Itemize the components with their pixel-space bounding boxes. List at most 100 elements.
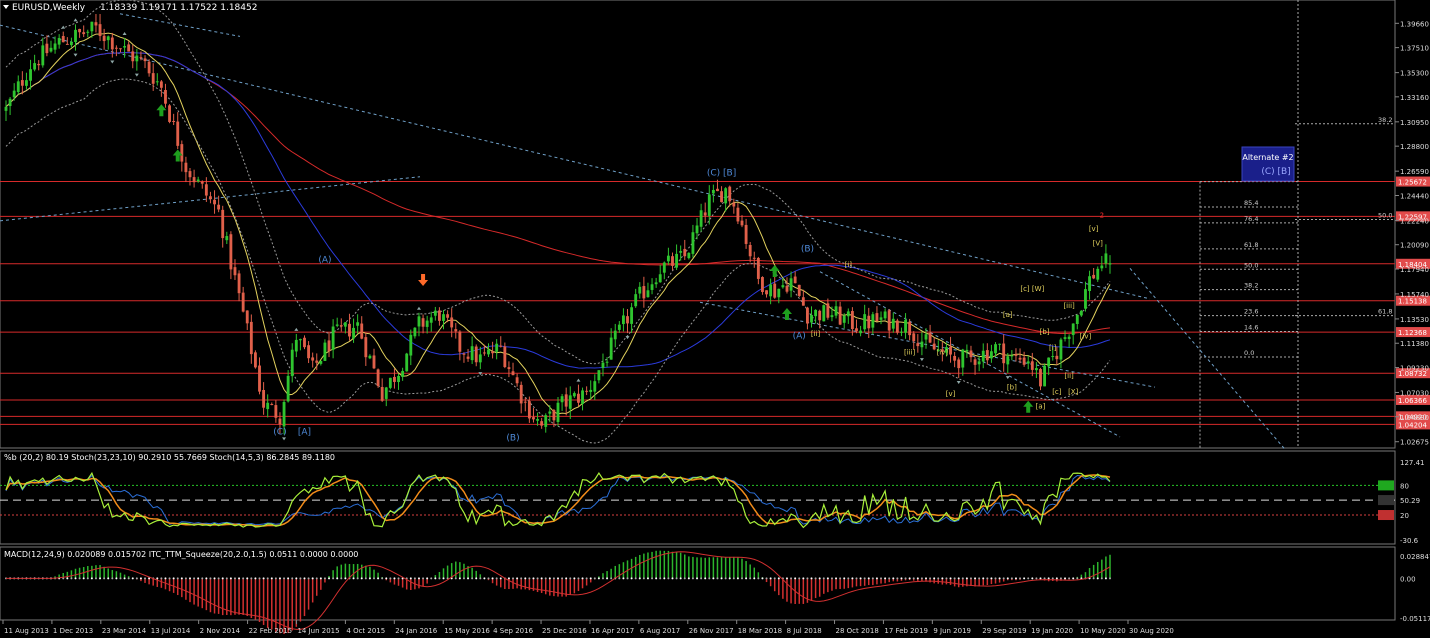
candle-body bbox=[380, 386, 384, 401]
candle-body bbox=[131, 51, 135, 62]
candle-body bbox=[994, 344, 997, 354]
candle-body bbox=[977, 361, 981, 365]
candle-body bbox=[761, 277, 764, 292]
candle-body bbox=[953, 355, 957, 361]
level-price-label: 1.15138 bbox=[1398, 298, 1427, 306]
candle-body bbox=[981, 350, 985, 362]
squeeze-dot bbox=[356, 577, 359, 580]
squeeze-dot bbox=[1006, 577, 1009, 580]
candle-body bbox=[805, 307, 809, 324]
squeeze-dot bbox=[512, 577, 515, 580]
squeeze-dot bbox=[364, 577, 367, 580]
squeeze-dot bbox=[875, 577, 878, 580]
osc-tick-label: 80 bbox=[1400, 482, 1409, 490]
squeeze-dot bbox=[552, 577, 555, 580]
squeeze-dot bbox=[299, 577, 302, 580]
candle-body bbox=[315, 360, 319, 363]
candle-body bbox=[282, 401, 286, 427]
candle-body bbox=[1100, 265, 1104, 269]
squeeze-dot bbox=[291, 577, 294, 580]
candle-body bbox=[965, 349, 969, 352]
wave-label: [a] bbox=[1036, 403, 1046, 411]
squeeze-dot bbox=[233, 577, 236, 580]
squeeze-dot bbox=[610, 577, 613, 580]
candle-body bbox=[826, 303, 830, 318]
candle-body bbox=[192, 177, 196, 183]
squeeze-dot bbox=[986, 577, 989, 580]
candle-body bbox=[376, 369, 380, 387]
candle-body bbox=[29, 69, 32, 81]
level-price-label: 1.12368 bbox=[1398, 329, 1427, 337]
wave-label: [V] bbox=[1093, 240, 1104, 248]
squeeze-dot bbox=[1019, 577, 1022, 580]
level-price-label: 1.04204 bbox=[1398, 421, 1427, 429]
candle-body bbox=[49, 47, 53, 52]
osc-tick-label: 127.41 bbox=[1400, 459, 1425, 467]
candle-body bbox=[217, 204, 221, 210]
candle-body bbox=[785, 285, 789, 292]
candle-body bbox=[875, 313, 879, 322]
squeeze-dot bbox=[565, 577, 568, 580]
squeeze-dot bbox=[254, 577, 257, 580]
squeeze-dot bbox=[1109, 577, 1111, 580]
candle-body bbox=[850, 311, 854, 330]
candle-body bbox=[159, 81, 163, 88]
squeeze-dot bbox=[945, 577, 948, 580]
candle-body bbox=[895, 320, 899, 333]
fib-side-label: 38.2 bbox=[1378, 116, 1392, 124]
candle-body bbox=[781, 285, 785, 288]
candle-body bbox=[736, 207, 740, 222]
wave-label: [v] bbox=[946, 390, 956, 398]
time-tick-label: 4 Oct 2015 bbox=[346, 627, 385, 635]
candle-body bbox=[470, 346, 474, 361]
squeeze-dot bbox=[724, 577, 727, 580]
squeeze-dot bbox=[225, 577, 228, 580]
candle-body bbox=[810, 315, 813, 323]
oscillator-panel[interactable] bbox=[0, 450, 1396, 545]
candle-body bbox=[114, 47, 118, 49]
candle-body bbox=[82, 32, 86, 35]
squeeze-dot bbox=[520, 577, 523, 580]
osc-tick-label: -30.6 bbox=[1400, 537, 1419, 545]
candle-body bbox=[368, 355, 372, 359]
candle-body bbox=[957, 359, 961, 369]
squeeze-dot bbox=[646, 577, 649, 580]
squeeze-dot bbox=[982, 577, 985, 580]
squeeze-dot bbox=[888, 577, 891, 580]
squeeze-dot bbox=[814, 577, 817, 580]
candle-body bbox=[417, 316, 421, 327]
squeeze-dot bbox=[319, 577, 322, 580]
squeeze-dot bbox=[1035, 577, 1038, 580]
candle-body bbox=[155, 81, 159, 83]
squeeze-dot bbox=[1072, 577, 1075, 580]
candle-body bbox=[1071, 323, 1075, 336]
candle-body bbox=[867, 315, 871, 329]
trading-chart[interactable]: EURUSD,Weekly 1.18339 1.19171 1.17522 1.… bbox=[0, 0, 1430, 638]
price-tick-label: 1.22240 bbox=[1400, 217, 1429, 225]
squeeze-dot bbox=[197, 577, 200, 580]
wave-label: [iv] bbox=[1080, 332, 1092, 340]
squeeze-dot bbox=[597, 577, 600, 580]
candle-body bbox=[4, 106, 8, 111]
wave-label: [i] bbox=[845, 261, 853, 269]
squeeze-dot bbox=[332, 577, 335, 580]
candle-body bbox=[53, 43, 57, 50]
fib-level-label: 76.4 bbox=[1244, 215, 1258, 223]
candle-body bbox=[646, 290, 650, 298]
squeeze-dot bbox=[323, 577, 326, 580]
squeeze-dot bbox=[471, 577, 474, 580]
candle-body bbox=[679, 251, 683, 253]
squeeze-dot bbox=[716, 577, 719, 580]
squeeze-dot bbox=[749, 577, 752, 580]
main-ohlc: 1.18339 1.19171 1.17522 1.18452 bbox=[100, 3, 257, 13]
time-tick-label: 18 Mar 2018 bbox=[738, 627, 782, 635]
price-tick-label: 1.04880 bbox=[1400, 414, 1429, 422]
squeeze-dot bbox=[238, 577, 241, 580]
wave-label: [iv] bbox=[937, 348, 949, 356]
candle-body bbox=[433, 310, 437, 316]
candle-body bbox=[912, 333, 916, 342]
squeeze-dot bbox=[937, 577, 940, 580]
squeeze-dot bbox=[720, 577, 723, 580]
candle-body bbox=[1043, 365, 1047, 387]
squeeze-dot bbox=[1027, 577, 1030, 580]
